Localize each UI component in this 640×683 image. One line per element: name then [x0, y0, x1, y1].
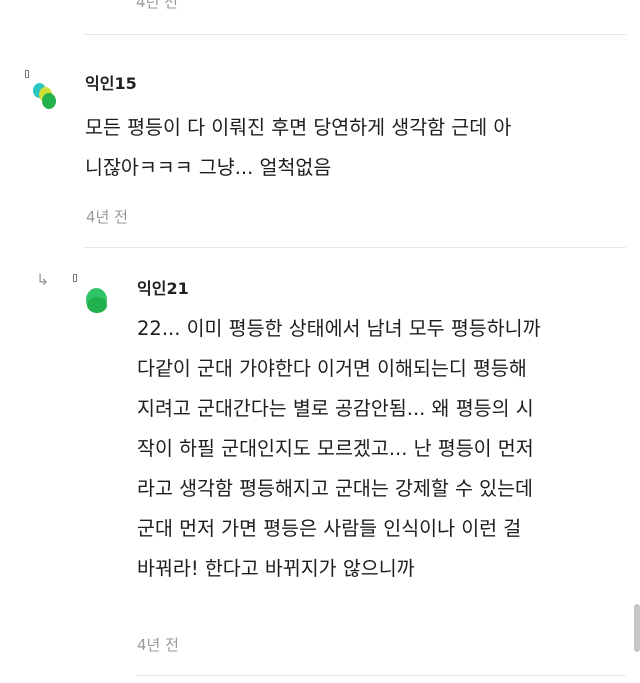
- comment-thread: 4년 전 익인15 모든 평등이 다 이뤄진 후면 당연하게 생각함 근데 아 …: [0, 0, 640, 683]
- avatar-blob: [87, 297, 107, 313]
- previous-comment-time: 4년 전: [136, 0, 178, 11]
- comment-time: 4년 전: [86, 208, 128, 226]
- divider: [136, 675, 626, 676]
- comment-line: 22... 이미 평등한 상태에서 남녀 모두 평등하니까: [137, 317, 541, 340]
- comment-line: 군대 먼저 가면 평등은 사람들 인식이나 이런 걸: [137, 517, 522, 540]
- comment-line: 바꿔라! 한다고 바뀌지가 않으니까: [137, 557, 415, 580]
- comment-menu-icon[interactable]: [73, 274, 77, 282]
- comment-menu-icon[interactable]: [25, 70, 29, 78]
- divider: [84, 34, 626, 35]
- comment-author[interactable]: 익인15: [85, 70, 137, 94]
- comment-line: 지려고 군대간다는 별로 공감안됨... 왜 평등의 시: [137, 397, 534, 420]
- comment-author[interactable]: 익인21: [137, 275, 189, 299]
- comment-line: 모든 평등이 다 이뤄진 후면 당연하게 생각함 근데 아: [85, 116, 512, 139]
- anonymous-avatar-icon[interactable]: [85, 287, 111, 317]
- comment-line: 라고 생각함 평등해지고 군대는 강제할 수 있는데: [137, 477, 533, 500]
- comment-line: 작이 하필 군대인지도 모르겠고... 난 평등이 먼저: [137, 437, 534, 460]
- scrollbar[interactable]: [634, 604, 640, 652]
- comment-time: 4년 전: [137, 636, 179, 654]
- divider: [84, 247, 626, 248]
- comment-line: 니잖아ㅋㅋㅋ 그냥... 얼척없음: [85, 156, 332, 179]
- reply-arrow-icon: ↳: [36, 270, 50, 289]
- avatar-blob: [42, 93, 56, 109]
- comment-line: 다같이 군대 가야한다 이거면 이해되는디 평등해: [137, 357, 527, 380]
- anonymous-avatar-icon[interactable]: [33, 83, 59, 113]
